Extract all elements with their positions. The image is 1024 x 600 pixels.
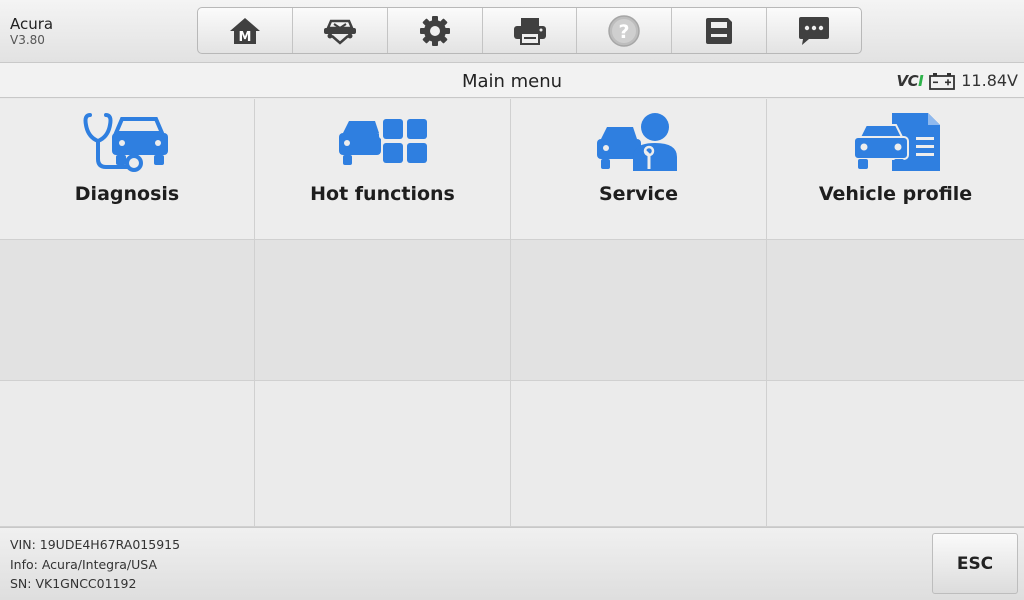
empty-menu-cell <box>255 381 511 527</box>
message-icon <box>799 16 830 45</box>
menu-item-service[interactable]: Service <box>511 99 767 240</box>
menu-item-diagnosis[interactable]: Diagnosis <box>0 99 255 240</box>
footer-bar: VIN: 19UDE4H67RA015915 Info: Acura/Integ… <box>0 527 1024 600</box>
esc-button[interactable]: ESC <box>932 533 1018 594</box>
home-icon: M <box>229 17 260 45</box>
help-icon: ? <box>608 14 641 47</box>
vehicle-swap-icon <box>323 19 356 45</box>
serial-number-text: SN: VK1GNCC01192 <box>10 576 137 591</box>
app-version: V3.80 <box>10 33 45 47</box>
settings-gear-icon <box>419 15 450 46</box>
status-area: VCI 11.84V <box>897 71 1018 90</box>
menu-item-label: Diagnosis <box>74 183 180 205</box>
brand-block: Acura V3.80 <box>10 15 53 47</box>
menu-item-label: Vehicle profile <box>818 183 973 205</box>
menu-item-label: Service <box>599 183 678 205</box>
empty-menu-cell <box>0 381 255 527</box>
page-title: Main menu <box>461 71 563 92</box>
print-button[interactable] <box>483 8 578 53</box>
message-button[interactable] <box>767 8 861 53</box>
menu-item-vehicle-profile[interactable]: Vehicle profile <box>767 99 1024 240</box>
vci-indicator: VCI <box>896 71 924 90</box>
menu-item-hot-functions[interactable]: Hot functions <box>255 99 511 240</box>
vehicle-swap-button[interactable] <box>293 8 388 53</box>
vin-text: VIN: 19UDE4H67RA015915 <box>10 537 181 552</box>
empty-menu-cell <box>0 240 255 381</box>
svg-text:?: ? <box>619 21 630 43</box>
vehicle-profile-document-car-icon <box>852 113 940 171</box>
battery-icon <box>929 72 956 90</box>
brand-name: Acura <box>10 15 54 33</box>
vehicle-info-text: Info: Acura/Integra/USA <box>10 556 157 572</box>
empty-menu-cell <box>255 240 511 381</box>
svg-text:M: M <box>238 30 251 45</box>
empty-menu-cell <box>511 240 767 381</box>
empty-menu-cell <box>767 240 1024 381</box>
printer-icon <box>513 17 546 45</box>
battery-voltage: 11.84V <box>961 71 1018 90</box>
hot-functions-car-grid-icon <box>338 119 427 165</box>
save-button[interactable] <box>672 8 768 53</box>
toolbar: M ? <box>197 7 862 54</box>
home-button[interactable]: M <box>198 8 293 53</box>
empty-menu-cell <box>511 381 767 527</box>
top-bar: Acura V3.80 M ? <box>0 0 1024 63</box>
main-menu-grid: Diagnosis Hot functions Service Vehicle … <box>0 99 1024 527</box>
empty-menu-cell <box>767 381 1024 527</box>
vehicle-info: VIN: 19UDE4H67RA015915 Info: Acura/Integ… <box>10 535 180 594</box>
help-button[interactable]: ? <box>577 8 673 53</box>
service-technician-car-icon <box>596 113 677 171</box>
menu-item-label: Hot functions <box>310 183 455 205</box>
diagnosis-stethoscope-car-icon <box>83 113 168 172</box>
save-icon <box>706 17 733 44</box>
settings-button[interactable] <box>388 8 483 53</box>
title-bar: Main menu VCI 11.84V <box>0 63 1024 98</box>
